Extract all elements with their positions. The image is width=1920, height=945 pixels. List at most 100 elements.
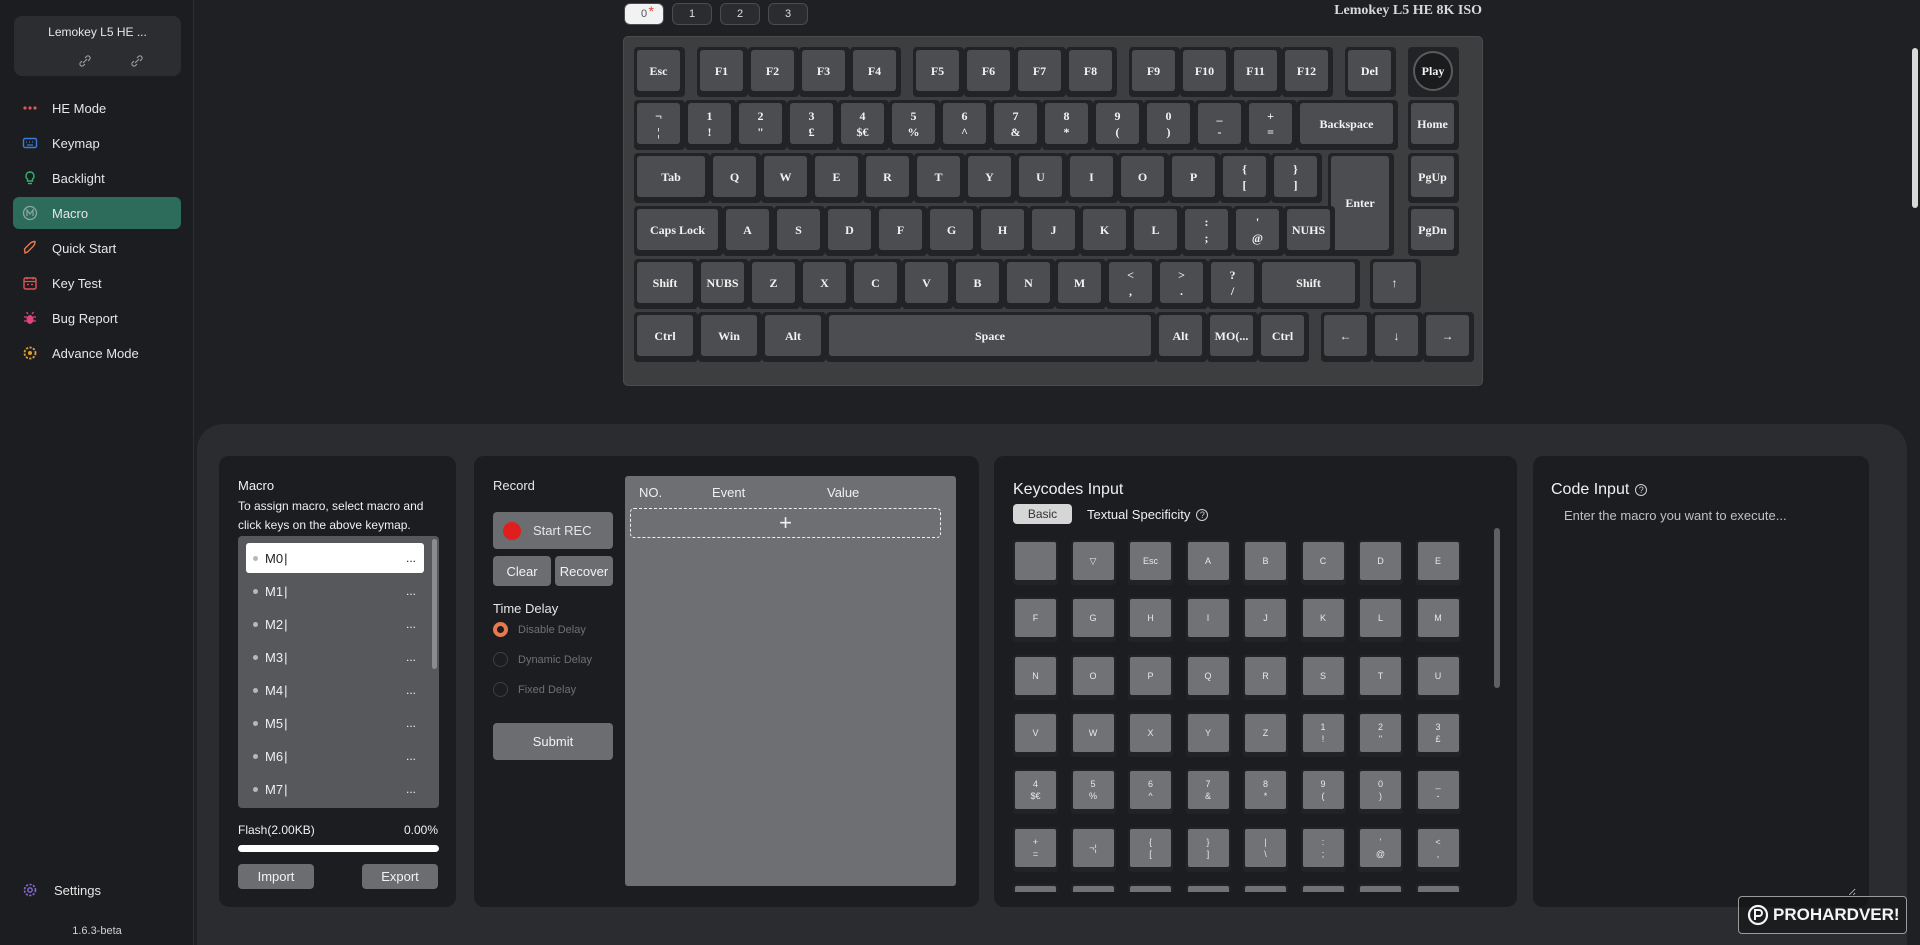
key-ctrl[interactable]: Ctrl	[634, 312, 698, 362]
keycode-blank[interactable]: }]	[1185, 826, 1231, 872]
link-icon[interactable]	[78, 54, 92, 68]
key-s[interactable]: S	[774, 206, 825, 256]
key-u[interactable]: U	[1016, 153, 1067, 203]
key-esc[interactable]: Esc	[634, 47, 685, 97]
key-f12[interactable]: F12	[1282, 47, 1333, 97]
key-sym[interactable]: >.	[1157, 259, 1208, 309]
keycode-blank[interactable]: ' @	[1358, 826, 1403, 872]
key-f3[interactable]: F3	[799, 47, 850, 97]
radio-dynamic-delay[interactable]: Dynamic Delay	[493, 652, 592, 667]
keycode-5[interactable]: 5%	[1070, 769, 1116, 815]
keycode-e[interactable]: E	[1415, 540, 1461, 585]
radio-fixed-delay[interactable]: Fixed Delay	[493, 682, 576, 697]
key-pgup[interactable]: PgUp	[1408, 153, 1459, 203]
key-a[interactable]: A	[723, 206, 774, 256]
key-f5[interactable]: F5	[913, 47, 964, 97]
more-options-icon[interactable]: ...	[406, 617, 416, 631]
key-sym[interactable]: <,	[1106, 259, 1157, 309]
key-g[interactable]: G	[927, 206, 978, 256]
layer-tab-2[interactable]: 2	[720, 3, 760, 25]
key-e[interactable]: E	[812, 153, 863, 203]
keycode-1[interactable]: 1!	[1300, 711, 1346, 757]
key-n[interactable]: N	[1004, 259, 1055, 309]
key-backspace[interactable]: Backspace	[1297, 100, 1398, 150]
key-f4[interactable]: F4	[850, 47, 901, 97]
key-tab[interactable]: Tab	[634, 153, 710, 203]
sidebar-item-keymap[interactable]: Keymap	[13, 127, 181, 159]
key-f7[interactable]: F7	[1015, 47, 1066, 97]
key-sym[interactable]: }]	[1271, 153, 1322, 203]
key-sym[interactable]: ↑	[1370, 259, 1421, 309]
keycode-blank[interactable]: _ -	[1415, 769, 1461, 815]
keycode-6[interactable]: 6 ^	[1128, 769, 1173, 815]
keycode-i[interactable]: I	[1185, 597, 1231, 643]
keycode-blank[interactable]: {[	[1128, 826, 1173, 872]
layer-tab-1[interactable]: 1	[672, 3, 712, 25]
keycode-3[interactable]: 3 £	[1415, 711, 1461, 757]
keycode-8[interactable]: 8 *	[1243, 769, 1288, 815]
tab-textual-specificity[interactable]: Textual Specificity ?	[1087, 507, 1209, 522]
keycode-q[interactable]: Q	[1185, 654, 1231, 700]
key-l[interactable]: L	[1131, 206, 1182, 256]
key-w[interactable]: W	[761, 153, 812, 203]
keycode-blank[interactable]: ¬¦	[1070, 826, 1116, 872]
import-button[interactable]: Import	[238, 864, 314, 889]
macro-list-scrollbar[interactable]	[432, 539, 437, 669]
key-1[interactable]: 1!	[685, 100, 736, 150]
key-v[interactable]: V	[902, 259, 953, 309]
key-enter[interactable]: Enter	[1328, 153, 1394, 256]
key-sym[interactable]: ' @	[1233, 206, 1284, 256]
radio-disable-delay[interactable]: Disable Delay	[493, 622, 586, 637]
key-d[interactable]: D	[825, 206, 876, 256]
keycode-blank[interactable]: ▽	[1070, 540, 1116, 585]
keycode-n[interactable]: N	[1013, 654, 1058, 700]
more-options-icon[interactable]: ...	[406, 749, 416, 763]
keycode-blank[interactable]: :;	[1300, 826, 1346, 872]
more-options-icon[interactable]: ...	[406, 683, 416, 697]
keycode-r[interactable]: R	[1243, 654, 1288, 700]
keycode-9[interactable]: 9(	[1300, 769, 1346, 815]
sidebar-item-he-mode[interactable]: HE Mode	[13, 92, 181, 124]
more-options-icon[interactable]: ...	[406, 716, 416, 730]
key-4[interactable]: 4 $€	[838, 100, 889, 150]
keycode-7[interactable]: 7 &	[1185, 769, 1231, 815]
keycode-x[interactable]: X	[1128, 711, 1173, 757]
more-options-icon[interactable]: ...	[406, 584, 416, 598]
keycode-w[interactable]: W	[1070, 711, 1116, 757]
keycode-blank[interactable]	[1415, 883, 1461, 892]
key-space[interactable]: Space	[826, 312, 1156, 362]
unlink-icon[interactable]	[130, 54, 144, 68]
keycode-f[interactable]: F	[1013, 597, 1058, 643]
keycode-esc[interactable]: Esc	[1128, 540, 1173, 585]
add-event-button[interactable]: +	[630, 508, 941, 538]
keycode-blank[interactable]	[1358, 883, 1403, 892]
keycode-blank[interactable]: | \	[1243, 826, 1288, 872]
key-sym[interactable]: ? /	[1208, 259, 1259, 309]
key-i[interactable]: I	[1067, 153, 1118, 203]
key-7[interactable]: 7 &	[991, 100, 1042, 150]
more-options-icon[interactable]: ...	[406, 782, 416, 796]
sidebar-item-macro[interactable]: Macro	[13, 197, 181, 229]
key-q[interactable]: Q	[710, 153, 761, 203]
key-j[interactable]: J	[1029, 206, 1080, 256]
key-sym[interactable]: ↓	[1372, 312, 1423, 362]
keycode-4[interactable]: 4 $€	[1013, 769, 1058, 815]
layer-tab-0[interactable]: 0 *	[624, 3, 664, 25]
key-5[interactable]: 5%	[889, 100, 940, 150]
key-sym[interactable]: + =	[1246, 100, 1297, 150]
key-o[interactable]: O	[1118, 153, 1169, 203]
macro-item-m0[interactable]: M0 |...	[246, 543, 424, 573]
tab-basic[interactable]: Basic	[1013, 504, 1072, 524]
key-f6[interactable]: F6	[964, 47, 1015, 97]
page-scrollbar[interactable]	[1912, 48, 1918, 208]
key-8[interactable]: 8 *	[1042, 100, 1093, 150]
keycode-s[interactable]: S	[1300, 654, 1346, 700]
clear-button[interactable]: Clear	[493, 556, 551, 586]
submit-button[interactable]: Submit	[493, 723, 613, 760]
key-del[interactable]: Del	[1345, 47, 1396, 97]
key-c[interactable]: C	[851, 259, 902, 309]
key-alt[interactable]: Alt	[1156, 312, 1207, 362]
key-win[interactable]: Win	[698, 312, 762, 362]
key-mo[interactable]: MO(...	[1207, 312, 1258, 362]
keycode-h[interactable]: H	[1128, 597, 1173, 643]
